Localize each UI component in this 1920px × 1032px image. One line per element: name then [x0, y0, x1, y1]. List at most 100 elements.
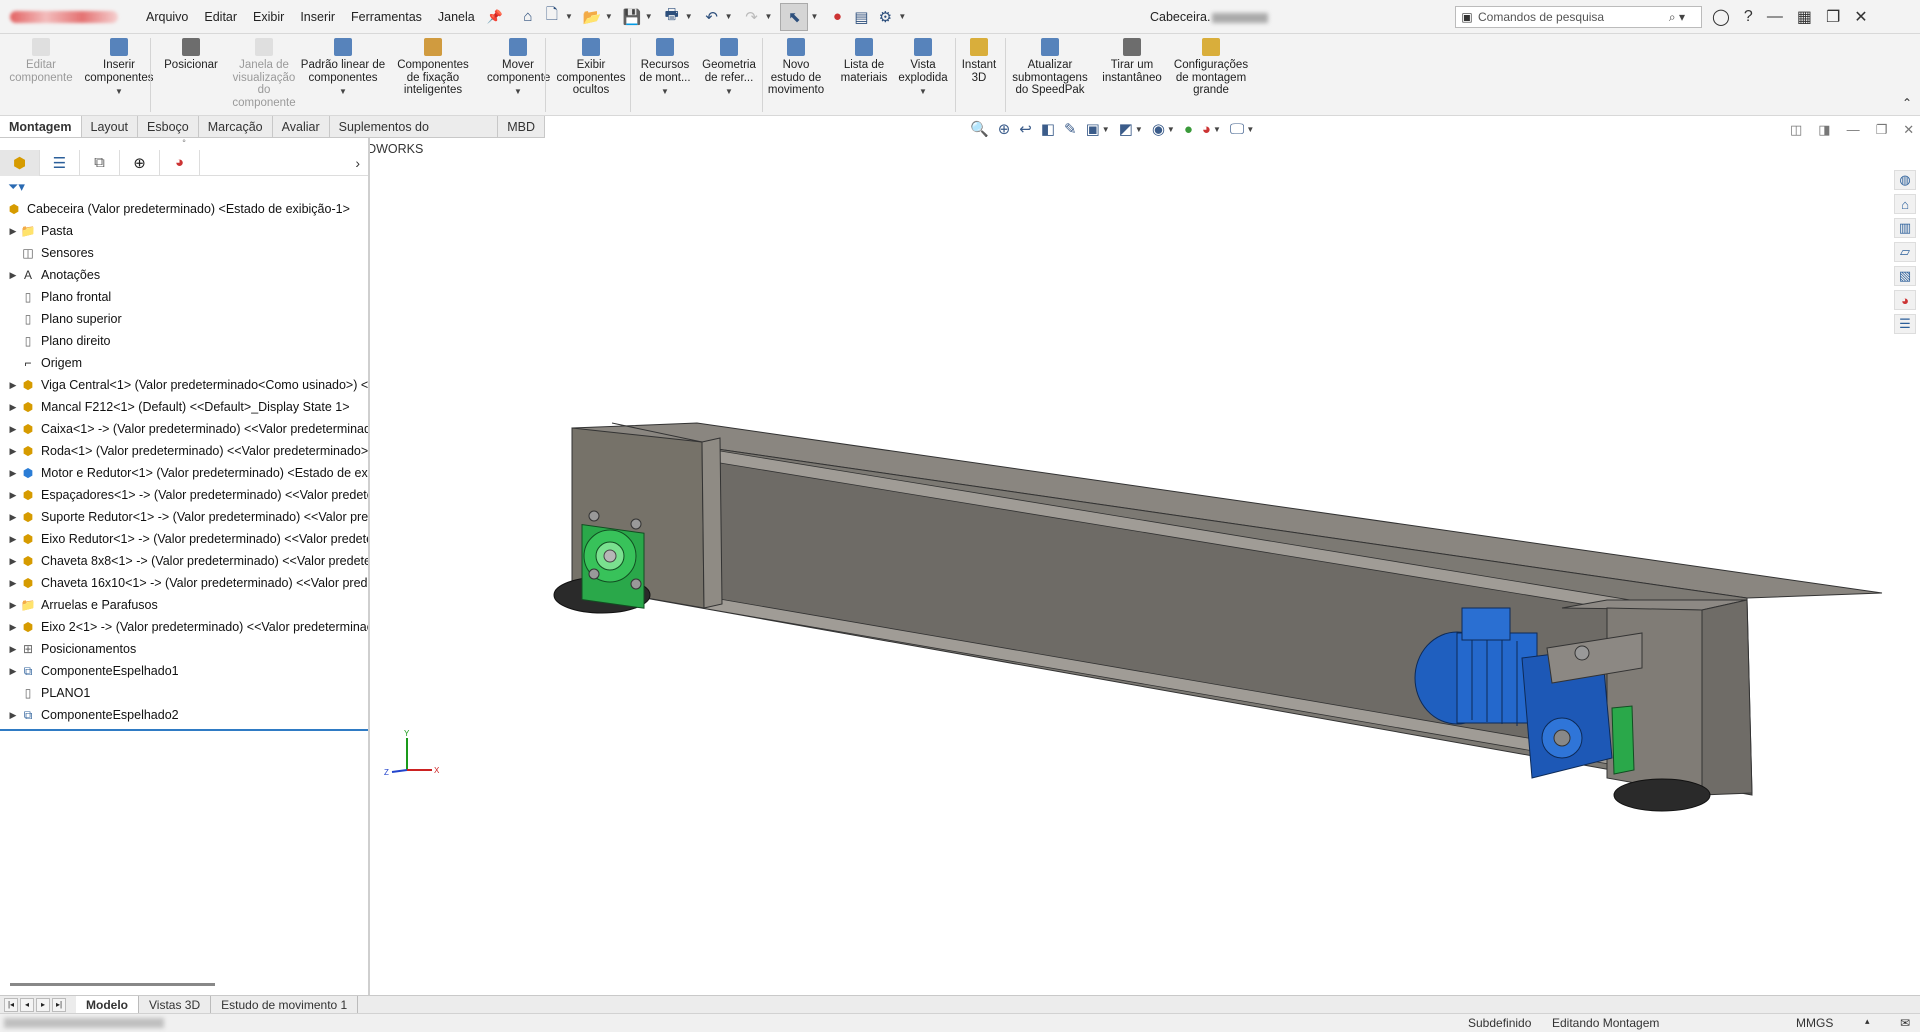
menu-item-1[interactable]: Editar — [196, 0, 245, 34]
property-manager-tab[interactable]: ☰ — [40, 149, 80, 176]
tree-item[interactable]: ▯ Plano frontal — [0, 286, 368, 308]
ribbon-button-7[interactable]: Exibir componentes ocultos — [553, 38, 629, 97]
first-tab-icon[interactable]: |◂ — [4, 997, 18, 1012]
tab-3[interactable]: Marcação — [199, 116, 273, 137]
tree-root[interactable]: ⬢ Cabeceira (Valor predeterminado) <Estad… — [0, 198, 368, 220]
undo-icon[interactable]: ↶ — [701, 3, 723, 31]
chevron-down-icon[interactable]: ▼ — [765, 12, 773, 21]
tree-horizontal-scrollbar[interactable] — [10, 983, 215, 986]
view-settings-icon[interactable]: 🖵 — [1230, 121, 1244, 138]
ribbon-button-16[interactable]: Configurações de montagem grande — [1170, 38, 1252, 97]
ribbon-button-8[interactable]: Recursos de mont... ▼ — [638, 38, 692, 99]
solidworks-logo[interactable] — [4, 8, 124, 26]
chevron-right-icon[interactable]: › — [355, 155, 360, 171]
home-task-icon[interactable]: ⌂ — [1894, 194, 1916, 214]
prev-tab-icon[interactable]: ◂ — [20, 997, 34, 1012]
view-palette-icon[interactable]: ▧ — [1894, 266, 1916, 286]
tree-item[interactable]: ▶ ⬢ Eixo Redutor<1> -> (Valor predetermina… — [0, 528, 368, 550]
rebuild-traffic-light-icon[interactable]: ● — [826, 3, 848, 31]
expand-arrow-icon[interactable]: ▶ — [6, 462, 20, 484]
status-units[interactable]: MMGS — [1796, 1016, 1833, 1030]
search-icon[interactable]: ⌕ ▾ — [1669, 10, 1685, 25]
tree-item[interactable]: ▶ ⬢ Espaçadores<1> -> (Valor predeterminad… — [0, 484, 368, 506]
chevron-down-icon[interactable]: ▼ — [82, 86, 156, 99]
tree-item[interactable]: ▶ 📁 Arruelas e Parafusos — [0, 594, 368, 616]
zoom-to-fit-icon[interactable]: 🔍 — [970, 120, 989, 138]
ribbon-button-13[interactable]: Instant 3D — [960, 38, 998, 84]
expand-arrow-icon[interactable]: ▶ — [6, 418, 20, 440]
ribbon-button-9[interactable]: Geometria de refer... ▼ — [700, 38, 758, 99]
tab-0[interactable]: Montagem — [0, 116, 82, 137]
chevron-down-icon[interactable]: ▼ — [895, 86, 951, 99]
display-style-icon[interactable]: ◩ — [1119, 120, 1133, 138]
new-document-icon[interactable]: 🗋 — [541, 3, 563, 31]
tree-item[interactable]: ▶ ⬢ Eixo 2<1> -> (Valor predeterminado) <<… — [0, 616, 368, 638]
help-icon[interactable]: ? — [1744, 8, 1753, 26]
menu-item-0[interactable]: Arquivo — [138, 0, 196, 34]
tree-item[interactable]: ▶ ⬢ Caixa<1> -> (Valor predeterminado) <<V… — [0, 418, 368, 440]
tile-icon[interactable]: ▦ — [1797, 7, 1812, 27]
tree-item[interactable]: ▶ ⬢ Roda<1> (Valor predeterminado) <<Valor… — [0, 440, 368, 462]
ribbon-button-11[interactable]: Lista de materiais — [838, 38, 890, 84]
tree-item[interactable]: ▶ ⬢ Suporte Redutor<1> -> (Valor predeterm… — [0, 506, 368, 528]
panel-splitter[interactable]: ° — [0, 138, 368, 150]
bottom-tab-1[interactable]: Vistas 3D — [139, 995, 212, 1014]
menu-item-3[interactable]: Inserir — [292, 0, 343, 34]
tab-6[interactable]: MBD — [498, 116, 545, 137]
expand-arrow-icon[interactable]: ▶ — [6, 374, 20, 396]
search-box[interactable]: ▣ Comandos de pesquisa ⌕ ▾ — [1455, 6, 1702, 28]
tree-item[interactable]: ▶ ⬢ Viga Central<1> (Valor predeterminado<… — [0, 374, 368, 396]
chevron-down-icon[interactable]: ▼ — [645, 12, 653, 21]
collapse-ribbon-icon[interactable]: ⌃ — [1902, 96, 1912, 110]
doc-close-icon[interactable]: ✕ — [1903, 122, 1914, 138]
chevron-down-icon[interactable]: ▼ — [565, 12, 573, 21]
tree-item[interactable]: ▶ 📁 Pasta — [0, 220, 368, 242]
tree-item[interactable]: ▶ ⬢ Mancal F212<1> (Default) <<Default>_Di… — [0, 396, 368, 418]
ribbon-button-12[interactable]: Vista explodida ▼ — [895, 38, 951, 99]
chevron-down-icon[interactable]: ▼ — [300, 86, 386, 99]
ribbon-button-14[interactable]: Atualizar submontagens do SpeedPak — [1010, 38, 1090, 97]
menu-item-4[interactable]: Ferramentas — [343, 0, 430, 34]
chevron-down-icon[interactable]: ▼ — [638, 86, 692, 99]
last-tab-icon[interactable]: ▸| — [52, 997, 66, 1012]
select-icon[interactable]: ⬉ — [780, 2, 809, 31]
expand-arrow-icon[interactable]: ▶ — [6, 396, 20, 418]
ribbon-button-15[interactable]: Tirar um instantâneo — [1100, 38, 1164, 84]
menu-item-5[interactable]: Janela — [430, 0, 483, 34]
expand-arrow-icon[interactable]: ▶ — [6, 638, 20, 660]
rollback-bar[interactable] — [0, 729, 368, 731]
redo-icon[interactable]: ↷ — [741, 3, 763, 31]
expand-arrow-icon[interactable]: ▶ — [6, 550, 20, 572]
chevron-down-icon[interactable]: ▼ — [898, 12, 906, 21]
filter-icon[interactable]: ⏷▾ — [0, 176, 368, 198]
ribbon-button-4[interactable]: Padrão linear de componentes ▼ — [300, 38, 386, 99]
doc-minimize-icon[interactable]: — — [1847, 122, 1860, 138]
restore-icon[interactable]: ❐ — [1826, 7, 1840, 27]
custom-properties-icon[interactable]: ☰ — [1894, 314, 1916, 334]
tree-item[interactable]: ▶ ⬢ Chaveta 16x10<1> -> (Valor predetermin… — [0, 572, 368, 594]
ribbon-button-2[interactable]: Posicionar — [163, 38, 219, 72]
tree-item[interactable]: ⌐ Origem — [0, 352, 368, 374]
hide-show-icon[interactable]: ◉ — [1152, 120, 1165, 138]
chevron-down-icon[interactable]: ▼ — [1246, 125, 1254, 134]
expand-arrow-icon[interactable]: ▶ — [6, 528, 20, 550]
chevron-down-icon[interactable]: ▼ — [725, 12, 733, 21]
chat-icon[interactable]: ✉ — [1900, 1016, 1910, 1030]
apply-scene-icon[interactable]: ◕ — [1202, 121, 1211, 138]
expand-arrow-icon[interactable]: ▶ — [6, 594, 20, 616]
view-orientation-icon[interactable]: ▣ — [1086, 120, 1100, 138]
pin-icon[interactable]: 📌 — [487, 9, 503, 25]
expand-arrow-icon[interactable]: ▶ — [6, 264, 20, 286]
menu-item-2[interactable]: Exibir — [245, 0, 292, 34]
expand-arrow-icon[interactable]: ▶ — [6, 660, 20, 682]
tree-item[interactable]: ◫ Sensores — [0, 242, 368, 264]
tree-item[interactable]: ▯ PLANO1 — [0, 682, 368, 704]
home-icon[interactable]: ⌂ — [517, 3, 539, 31]
doc-restore-icon[interactable]: ❐ — [1876, 122, 1888, 138]
tree-item[interactable]: ▶ ⧉ ComponenteEspelhado1 — [0, 660, 368, 682]
file-properties-icon[interactable]: ▤ — [850, 3, 872, 31]
solidworks-resources-icon[interactable]: ◍ — [1894, 170, 1916, 190]
tab-4[interactable]: Avaliar — [273, 116, 330, 137]
tree-item[interactable]: ▶ A Anotações — [0, 264, 368, 286]
tree-item[interactable]: ▯ Plano superior — [0, 308, 368, 330]
